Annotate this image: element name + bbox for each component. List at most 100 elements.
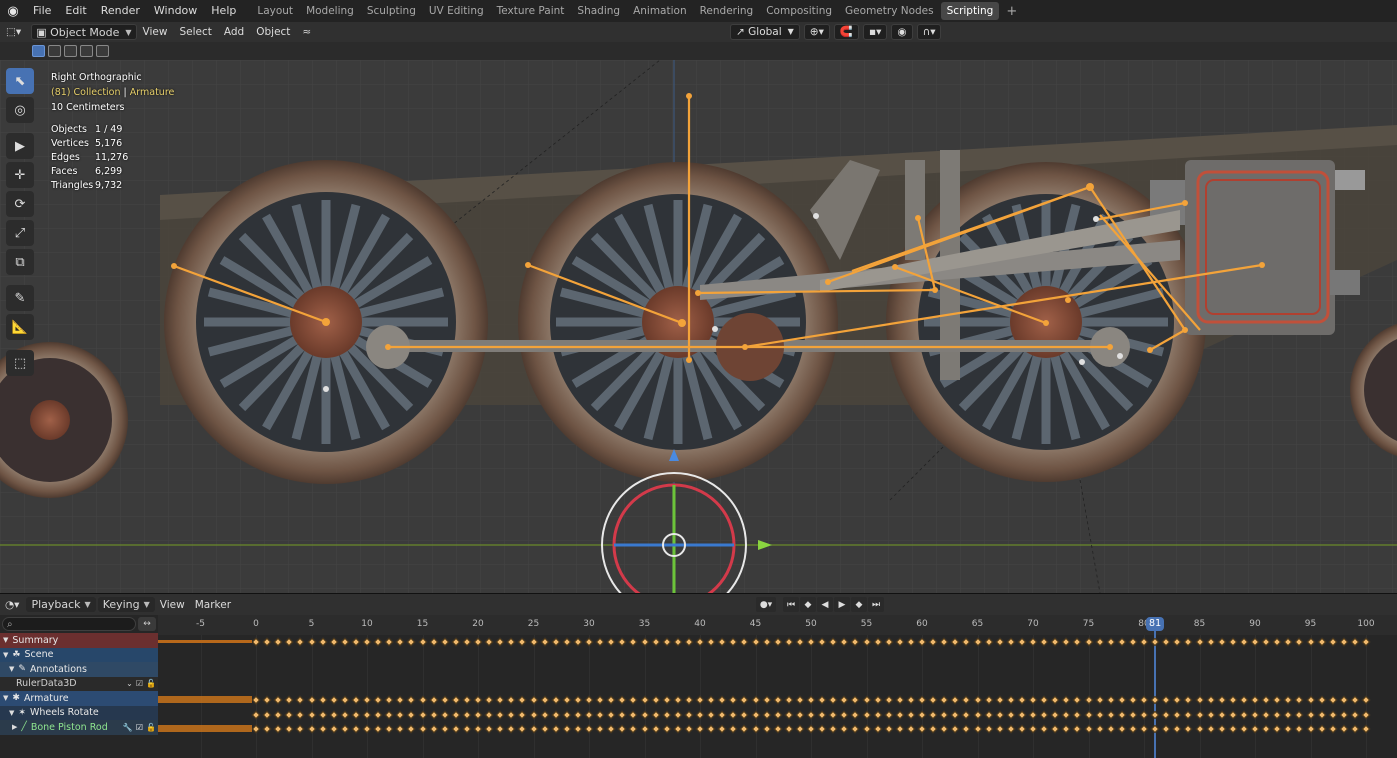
keyframe[interactable] — [984, 710, 993, 719]
keyframe[interactable] — [1039, 637, 1049, 647]
keyframe[interactable] — [1150, 637, 1160, 647]
keyframe[interactable] — [840, 710, 849, 719]
keyframe[interactable] — [1050, 724, 1060, 734]
keyframe[interactable] — [629, 637, 638, 647]
playback-menu[interactable]: Playback ▼ — [26, 597, 96, 612]
keyframe[interactable] — [962, 637, 971, 647]
editor-type-clock-icon[interactable]: ◔▾ — [0, 599, 24, 611]
keyframe[interactable] — [729, 724, 738, 734]
keyframe[interactable] — [1039, 724, 1049, 734]
keyframe[interactable] — [651, 710, 660, 719]
keyframe[interactable] — [1306, 724, 1315, 734]
keyframe-area[interactable]: -5 0 5 10 15 20 25 30 35 40 45 50 55 60 65 70 75 80 85 90 95… — [158, 615, 1397, 758]
keyframe[interactable] — [806, 637, 816, 647]
keyframe[interactable] — [884, 710, 893, 719]
proportional-edit-toggle[interactable]: ◉ — [891, 24, 913, 40]
keyframe[interactable] — [373, 695, 383, 705]
keyframe[interactable] — [1073, 637, 1082, 647]
keyframe[interactable] — [895, 637, 905, 647]
menu-help[interactable]: Help — [204, 0, 243, 22]
keyframe[interactable] — [984, 637, 993, 647]
expand-icon[interactable]: ▼ — [3, 694, 8, 702]
keyframe[interactable] — [1095, 695, 1104, 705]
select-invert-icon[interactable] — [80, 45, 93, 57]
keyframe[interactable] — [973, 695, 982, 705]
keyframe[interactable] — [1217, 710, 1226, 719]
keyframe[interactable] — [407, 637, 416, 647]
play-icon[interactable]: ▶ — [834, 597, 850, 612]
keyframe[interactable] — [318, 637, 327, 647]
menu-add[interactable]: Add — [218, 24, 250, 40]
keyframe[interactable] — [1062, 710, 1071, 719]
keyframe[interactable] — [951, 724, 960, 734]
expand-icon[interactable]: ▼ — [3, 651, 8, 659]
keyframe[interactable] — [817, 724, 827, 734]
checkbox-icon[interactable]: ☑ — [136, 679, 143, 688]
keyframe[interactable] — [806, 695, 816, 705]
keyframe[interactable] — [540, 724, 549, 734]
keyframe[interactable] — [1195, 710, 1204, 719]
keyframe[interactable] — [407, 695, 416, 705]
keyframe[interactable] — [1106, 724, 1115, 734]
keyframe[interactable] — [296, 695, 305, 705]
keyframe[interactable] — [840, 637, 849, 647]
keyframe[interactable] — [606, 724, 616, 734]
keyframe[interactable] — [1095, 710, 1104, 719]
keyframe[interactable] — [917, 695, 927, 705]
tab-animation[interactable]: Animation — [627, 2, 693, 20]
keyframe[interactable] — [1361, 695, 1371, 705]
keyframe[interactable] — [495, 637, 505, 647]
keyframe[interactable] — [1217, 637, 1226, 647]
select-box-icon[interactable]: ⬉ — [6, 68, 34, 94]
keyframe[interactable] — [862, 724, 871, 734]
mode-dropdown[interactable]: ▣ Object Mode ▼ — [31, 24, 137, 40]
annotate-icon[interactable]: ✎ — [6, 285, 34, 311]
keyframe[interactable] — [307, 695, 316, 705]
keyframe[interactable] — [928, 637, 938, 647]
keyframe[interactable] — [1361, 710, 1371, 719]
keyframe[interactable] — [1062, 695, 1071, 705]
keyframe[interactable] — [1361, 724, 1371, 734]
menu-edit[interactable]: Edit — [58, 0, 93, 22]
keyframe[interactable] — [673, 695, 683, 705]
keyframe[interactable] — [451, 637, 461, 647]
keyframe[interactable] — [1173, 637, 1182, 647]
keyframe[interactable] — [285, 710, 294, 719]
keyframe[interactable] — [1206, 637, 1215, 647]
keyframe[interactable] — [1173, 724, 1182, 734]
keyframe[interactable] — [1295, 695, 1304, 705]
keyframe[interactable] — [806, 710, 816, 719]
keyframe[interactable] — [1350, 637, 1360, 647]
keyframe[interactable] — [917, 710, 927, 719]
keyframe[interactable] — [551, 724, 560, 734]
keyframe[interactable] — [1073, 695, 1082, 705]
measure-icon[interactable]: 📐 — [6, 314, 34, 340]
keyframe[interactable] — [684, 637, 694, 647]
keyframe[interactable] — [1206, 695, 1215, 705]
keyframe[interactable] — [962, 695, 971, 705]
keyframe[interactable] — [1295, 637, 1304, 647]
auto-keying-icon[interactable]: ●▾ — [756, 597, 776, 612]
keyframe[interactable] — [1073, 724, 1082, 734]
tab-compositing[interactable]: Compositing — [760, 2, 838, 20]
expand-icon[interactable]: ▼ — [3, 636, 8, 644]
keyframe[interactable] — [606, 637, 616, 647]
keyframe[interactable] — [1017, 695, 1027, 705]
keyframe[interactable] — [1139, 710, 1149, 719]
keyframe[interactable] — [1272, 695, 1282, 705]
swap-icon[interactable]: ↔ — [138, 617, 156, 631]
keyframe[interactable] — [462, 695, 472, 705]
keyframe[interactable] — [429, 710, 438, 719]
keyframe[interactable] — [396, 724, 405, 734]
keyframe[interactable] — [1139, 637, 1149, 647]
keyframe[interactable] — [1350, 724, 1360, 734]
keyframe[interactable] — [1028, 724, 1038, 734]
keyframe[interactable] — [884, 637, 893, 647]
keyframe[interactable] — [651, 724, 660, 734]
keyframe[interactable] — [1295, 710, 1304, 719]
keyframe[interactable] — [1228, 724, 1238, 734]
3d-viewport[interactable]: ⬉ ◎ ▶ ✛ ⟳ ⤢ ⧉ ✎ 📐 ⬚ Right Orthographic (… — [0, 60, 1397, 593]
channel-annotations[interactable]: ▼ ✎ Annotations — [0, 662, 158, 677]
keyframe[interactable] — [773, 637, 782, 647]
keyframe[interactable] — [1128, 637, 1138, 647]
